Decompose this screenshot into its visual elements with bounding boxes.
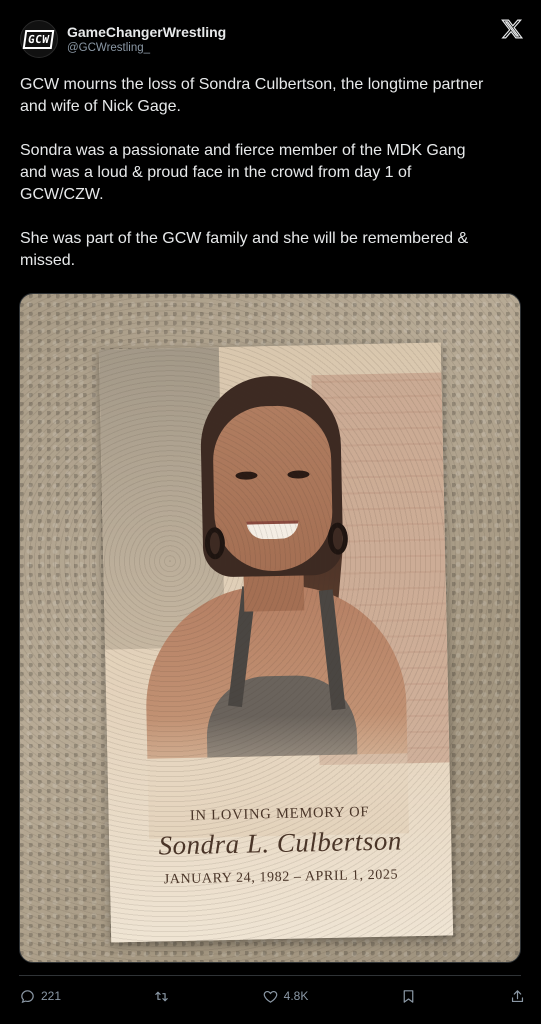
post-paragraph-2: Sondra was a passionate and fierce membe… xyxy=(20,142,466,203)
portrait-eye-right xyxy=(287,470,310,479)
repost-button[interactable] xyxy=(153,988,170,1005)
post-paragraph-1: GCW mourns the loss of Sondra Culbertson… xyxy=(20,76,484,115)
reply-icon xyxy=(21,989,34,1003)
portrait-earring-right xyxy=(327,522,349,555)
memorial-card: IN LOVING MEMORY OF Sondra L. Culbertson… xyxy=(98,342,454,943)
share-button[interactable] xyxy=(509,988,526,1005)
avatar[interactable]: GCW xyxy=(20,20,58,58)
bookmark-button[interactable] xyxy=(400,988,417,1005)
like-count: 4.8K xyxy=(283,989,309,1003)
reply-button[interactable]: 221 xyxy=(19,988,61,1005)
repost-icon xyxy=(155,991,168,1001)
portrait-photo xyxy=(139,373,410,839)
display-name[interactable]: GameChangerWrestling xyxy=(67,24,226,40)
portrait-face xyxy=(212,404,334,573)
bookmark-icon xyxy=(403,989,414,1003)
like-button[interactable]: 4.8K xyxy=(262,988,309,1005)
avatar-logo-text: GCW xyxy=(22,29,56,49)
user-handle[interactable]: @GCWrestling_ xyxy=(67,42,150,54)
actions-divider xyxy=(19,975,521,976)
share-icon xyxy=(511,989,524,1002)
memorial-name: Sondra L. Culbertson xyxy=(158,825,403,861)
x-logo-icon[interactable] xyxy=(501,18,523,40)
portrait-eye-left xyxy=(235,471,258,480)
heart-icon xyxy=(263,990,277,1003)
reply-count: 221 xyxy=(41,989,62,1003)
post-paragraph-3: She was part of the GCW family and she w… xyxy=(20,230,469,269)
action-bar: 221 4.8K xyxy=(19,984,526,1008)
portrait-smile xyxy=(246,520,299,540)
post-image[interactable]: IN LOVING MEMORY OF Sondra L. Culbertson… xyxy=(19,293,521,963)
post-text: GCW mourns the loss of Sondra Culbertson… xyxy=(20,74,525,294)
post-header: GCW GameChangerWrestling @GCWrestling_ xyxy=(20,18,523,62)
memorial-dates: JANUARY 24, 1982 – APRIL 1, 2025 xyxy=(163,867,399,888)
